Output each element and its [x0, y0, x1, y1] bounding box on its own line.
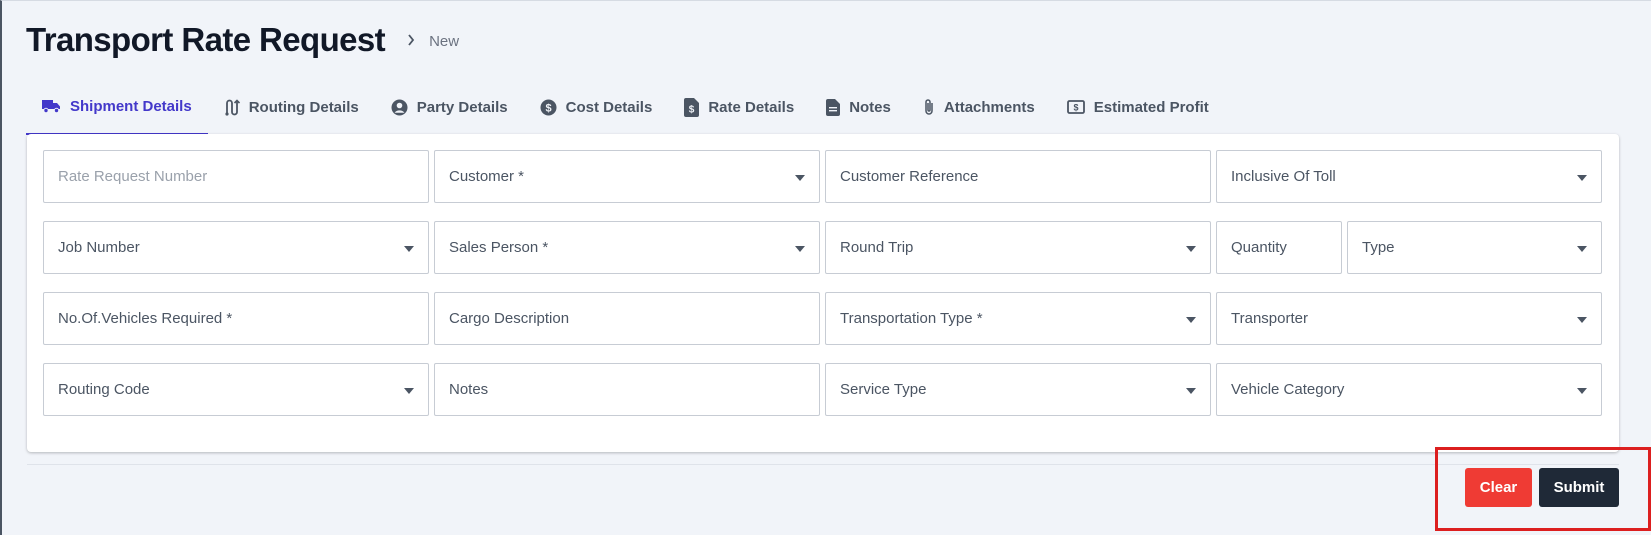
- svg-text:$: $: [1073, 103, 1078, 113]
- quantity-field[interactable]: Quantity: [1216, 221, 1342, 274]
- page-title: Transport Rate Request: [26, 21, 386, 58]
- field-label: Transportation Type *: [840, 310, 983, 327]
- tab-label: Party Details: [416, 98, 508, 116]
- field-label: Customer Reference: [840, 168, 979, 185]
- field-label: No.Of.Vehicles Required *: [58, 310, 233, 327]
- field-label: Quantity: [1231, 239, 1287, 256]
- field-placeholder: Rate Request Number: [58, 168, 208, 185]
- tab-label: Routing Details: [248, 98, 359, 116]
- caret-down-icon: [1186, 388, 1196, 394]
- notes-field[interactable]: Notes: [434, 363, 820, 416]
- field-label: Customer *: [449, 168, 525, 185]
- caret-down-icon: [404, 246, 414, 252]
- shipment-details-panel: Rate Request Number Customer * Customer …: [27, 134, 1619, 452]
- clear-button[interactable]: Clear: [1465, 468, 1532, 507]
- user-circle-icon: [391, 99, 408, 116]
- cargo-description-field[interactable]: Cargo Description: [434, 292, 820, 345]
- page-header: Transport Rate Request New: [26, 21, 459, 59]
- job-number-select[interactable]: Job Number: [43, 221, 429, 274]
- caret-down-icon: [1186, 317, 1196, 323]
- tab-party-details[interactable]: Party Details: [375, 79, 524, 135]
- tab-shipment-details[interactable]: Shipment Details: [26, 79, 208, 135]
- field-label: Notes: [449, 381, 489, 398]
- vehicles-required-field[interactable]: No.Of.Vehicles Required *: [43, 292, 429, 345]
- field-label: Round Trip: [840, 239, 914, 256]
- caret-down-icon: [795, 175, 805, 181]
- field-label: Type: [1362, 239, 1395, 256]
- service-type-select[interactable]: Service Type: [825, 363, 1211, 416]
- type-select[interactable]: Type: [1347, 221, 1602, 274]
- page: Transport Rate Request New Shipment Deta…: [0, 0, 1651, 535]
- inclusive-of-toll-select[interactable]: Inclusive Of Toll: [1216, 150, 1602, 203]
- caret-down-icon: [1577, 317, 1587, 323]
- tab-label: Attachments: [943, 98, 1035, 116]
- tab-label: Cost Details: [565, 98, 653, 116]
- field-label: Cargo Description: [449, 310, 570, 327]
- paperclip-icon: [923, 98, 935, 116]
- tab-label: Estimated Profit: [1093, 98, 1209, 116]
- sales-person-select[interactable]: Sales Person *: [434, 221, 820, 274]
- svg-text:$: $: [545, 102, 551, 114]
- field-label: Transporter: [1231, 310, 1308, 327]
- field-label: Routing Code: [58, 381, 150, 398]
- round-trip-select[interactable]: Round Trip: [825, 221, 1211, 274]
- rate-request-number-field[interactable]: Rate Request Number: [43, 150, 429, 203]
- route-icon: [224, 98, 240, 116]
- submit-button[interactable]: Submit: [1539, 468, 1619, 507]
- tab-label: Notes: [849, 98, 891, 116]
- caret-down-icon: [795, 246, 805, 252]
- caret-down-icon: [1577, 175, 1587, 181]
- tab-notes[interactable]: Notes: [810, 79, 907, 135]
- field-label: Vehicle Category: [1231, 381, 1345, 398]
- divider: [27, 464, 1619, 465]
- tab-rate-details[interactable]: $ Rate Details: [668, 79, 810, 135]
- quantity-type-group: Quantity Type: [1216, 221, 1602, 274]
- form-actions: Clear Submit: [1465, 468, 1619, 507]
- truck-icon: [42, 99, 61, 113]
- tab-label: Shipment Details: [70, 97, 192, 115]
- tab-routing-details[interactable]: Routing Details: [208, 79, 375, 135]
- field-label: Inclusive Of Toll: [1231, 168, 1336, 185]
- document-icon: [826, 98, 841, 116]
- dollar-circle-icon: $: [540, 99, 557, 116]
- field-label: Sales Person *: [449, 239, 549, 256]
- breadcrumb-current: New: [429, 32, 460, 50]
- caret-down-icon: [1577, 388, 1587, 394]
- field-label: Job Number: [58, 239, 140, 256]
- customer-select[interactable]: Customer *: [434, 150, 820, 203]
- caret-down-icon: [1577, 246, 1587, 252]
- shipment-form: Rate Request Number Customer * Customer …: [43, 150, 1602, 416]
- customer-reference-field[interactable]: Customer Reference: [825, 150, 1211, 203]
- tab-estimated-profit[interactable]: $ Estimated Profit: [1051, 79, 1225, 135]
- tab-attachments[interactable]: Attachments: [907, 79, 1051, 135]
- invoice-icon: $: [684, 97, 700, 117]
- svg-text:$: $: [689, 104, 695, 115]
- transportation-type-select[interactable]: Transportation Type *: [825, 292, 1211, 345]
- tab-bar: Shipment Details Routing Details Party D…: [26, 79, 1225, 135]
- tab-cost-details[interactable]: $ Cost Details: [524, 79, 669, 135]
- field-label: Service Type: [840, 381, 927, 398]
- routing-code-select[interactable]: Routing Code: [43, 363, 429, 416]
- cash-icon: $: [1066, 100, 1085, 114]
- chevron-right-icon: [407, 34, 415, 46]
- transporter-select[interactable]: Transporter: [1216, 292, 1602, 345]
- vehicle-category-select[interactable]: Vehicle Category: [1216, 363, 1602, 416]
- caret-down-icon: [404, 388, 414, 394]
- tab-label: Rate Details: [708, 98, 795, 116]
- caret-down-icon: [1186, 246, 1196, 252]
